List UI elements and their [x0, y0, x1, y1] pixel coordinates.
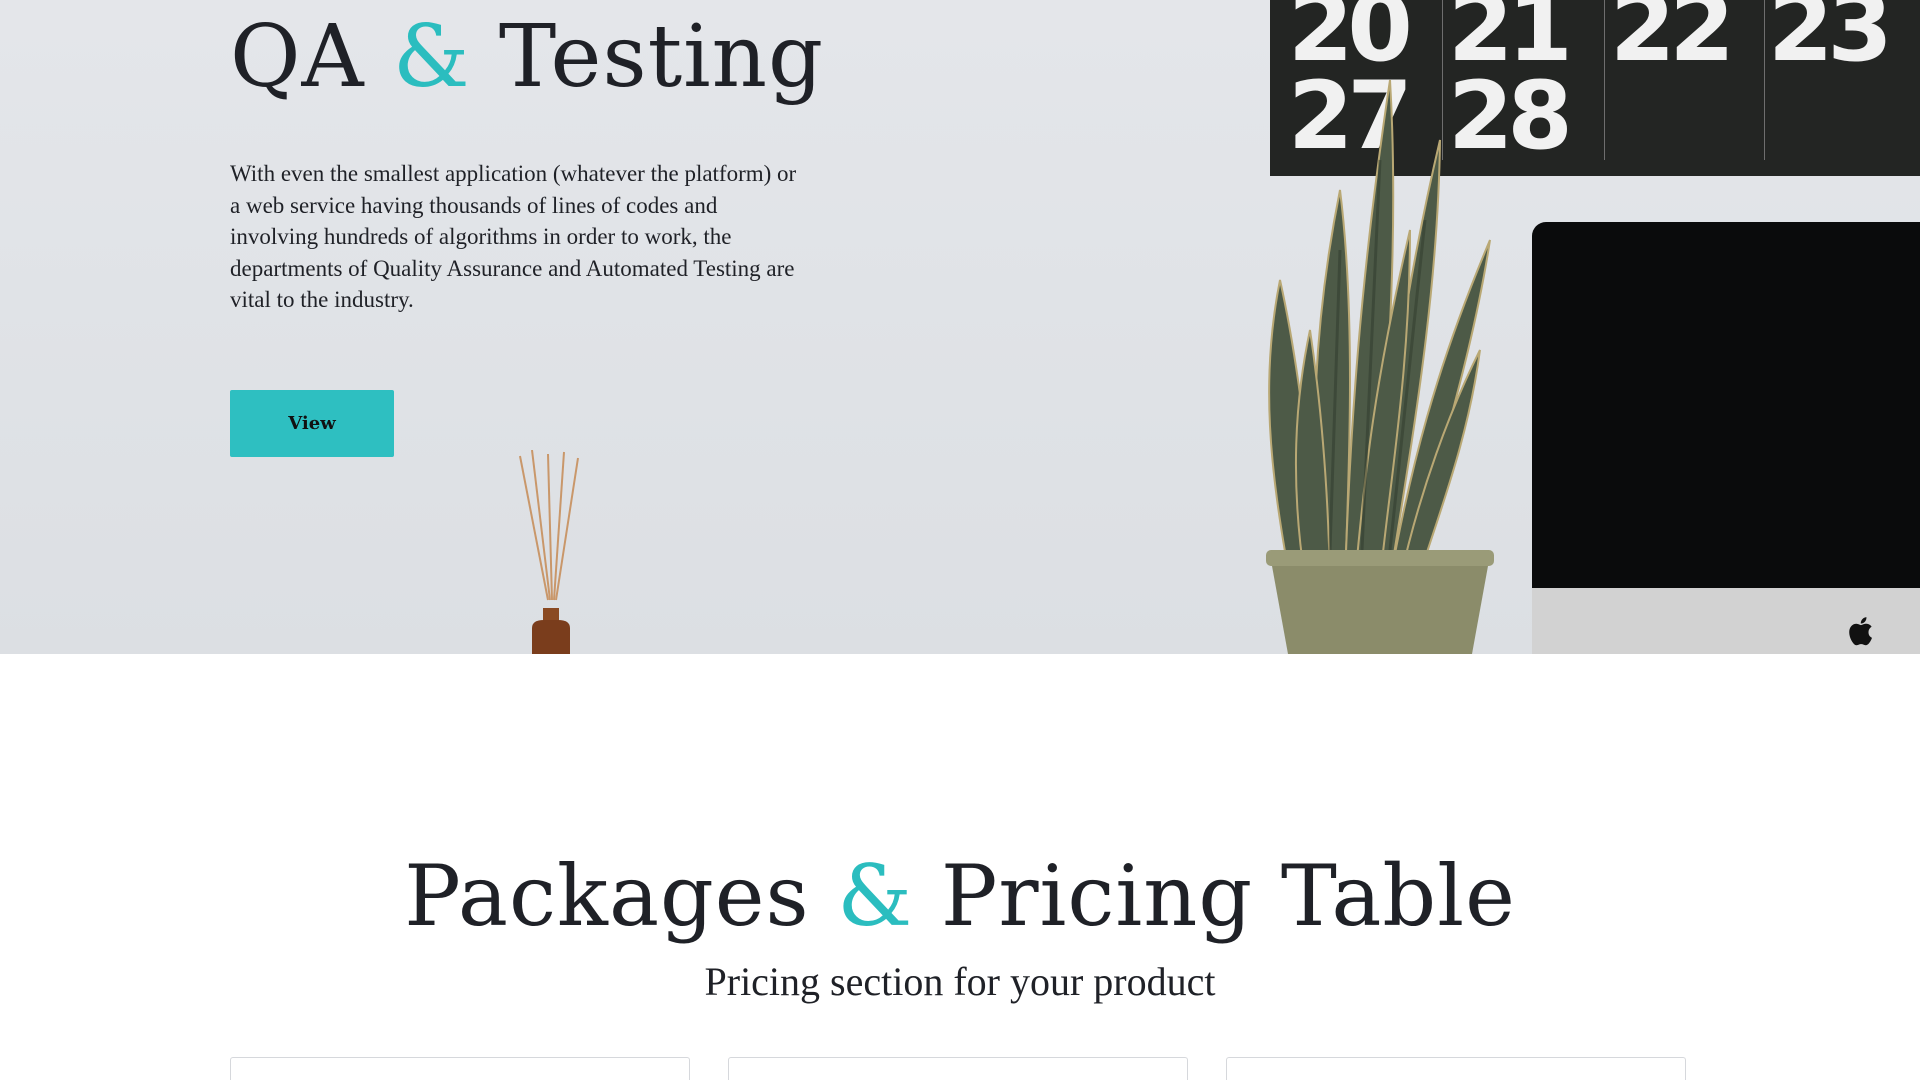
pricing-card[interactable] [230, 1057, 690, 1080]
snake-plant-image [1266, 79, 1494, 654]
calendar-number: 23 [1768, 0, 1893, 83]
pricing-card[interactable] [1226, 1057, 1686, 1080]
pricing-title-ampersand: & [837, 847, 914, 945]
pricing-title-left: Packages [404, 847, 810, 945]
hero-section: 20 21 22 23 27 28 QA & Testing With even… [0, 0, 1920, 654]
calendar-divider [1604, 0, 1605, 160]
hero-title-left: QA [230, 7, 365, 107]
reed-diffuser-image [519, 450, 579, 654]
pricing-title-right: Pricing Table [940, 847, 1516, 945]
hero-title-ampersand: & [392, 7, 471, 107]
view-button[interactable]: View [230, 390, 394, 457]
hero-description: With even the smallest application (what… [230, 161, 797, 312]
apple-logo-icon [1849, 617, 1872, 646]
pricing-subtitle: Pricing section for your product [704, 959, 1216, 1004]
pricing-title: Packages & Pricing Table [0, 850, 1920, 942]
hero-title-right: Testing [498, 7, 825, 107]
calendar-number: 22 [1610, 0, 1735, 83]
calendar-divider [1764, 0, 1765, 160]
pricing-card[interactable] [728, 1057, 1188, 1080]
hero-title: QA & Testing [230, 10, 824, 105]
